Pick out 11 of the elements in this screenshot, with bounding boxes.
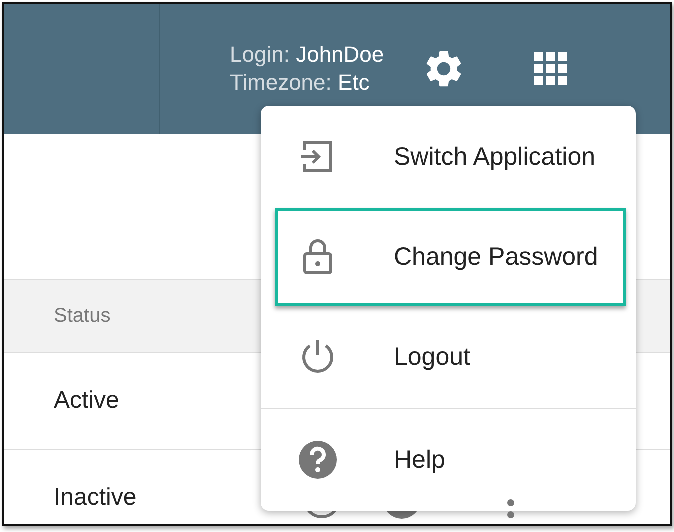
menu-item[interactable]: Logout: [275, 308, 626, 406]
status-cell: Active: [54, 387, 120, 415]
login-value: JohnDoe: [296, 42, 384, 67]
status-cell: Inactive: [54, 484, 137, 512]
column-header: Status: [54, 304, 111, 328]
menu-item[interactable]: Switch Application: [275, 108, 626, 206]
menu-item[interactable]: Help: [275, 411, 626, 509]
timezone-label: Timezone:: [230, 70, 332, 95]
timezone-value: Etc: [338, 70, 370, 95]
login-label: Login:: [230, 42, 290, 67]
menu-item[interactable]: Change Password: [275, 208, 626, 306]
